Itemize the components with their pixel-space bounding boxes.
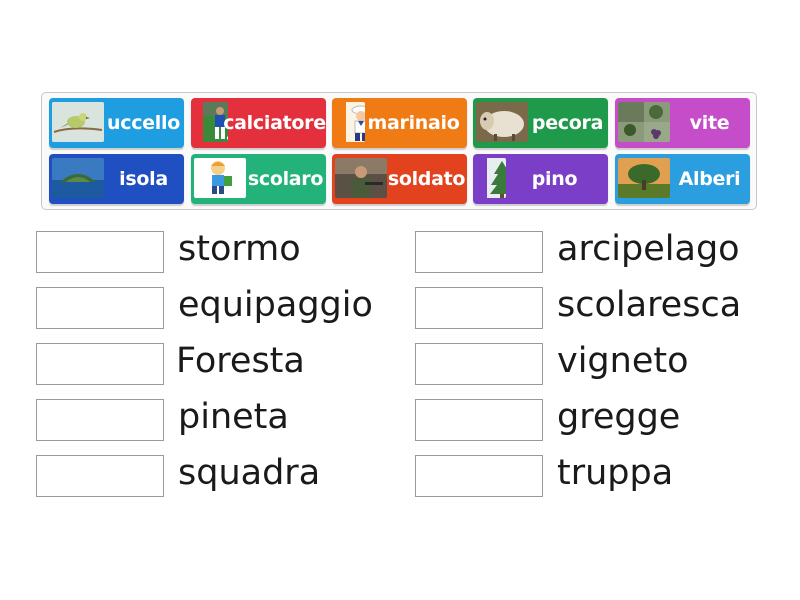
drop-box-truppa[interactable] xyxy=(415,455,543,497)
target-word: vigneto xyxy=(557,341,689,381)
tile-pecora[interactable]: pecora xyxy=(473,98,608,148)
tile-marinaio[interactable]: marinaio xyxy=(332,98,467,148)
tile-label: marinaio xyxy=(367,112,460,134)
tile-label: uccello xyxy=(107,112,180,134)
tile-label: pino xyxy=(531,168,578,190)
target-word: arcipelago xyxy=(557,229,740,269)
bird-image xyxy=(52,102,104,142)
drop-box-stormo[interactable] xyxy=(36,231,164,273)
target-word: gregge xyxy=(557,397,681,437)
target-word: pineta xyxy=(178,397,289,437)
tile-pino[interactable]: pino xyxy=(473,154,608,204)
tree-image xyxy=(618,158,670,198)
target-word: truppa xyxy=(557,453,674,493)
grapevine-image xyxy=(618,102,670,142)
drop-box-pineta[interactable] xyxy=(36,399,164,441)
target-word: scolaresca xyxy=(557,285,742,325)
drop-box-squadra[interactable] xyxy=(36,455,164,497)
tile-alberi[interactable]: Alberi xyxy=(615,154,750,204)
sheep-image xyxy=(476,102,528,142)
schoolboy-image xyxy=(194,158,246,198)
tile-label: calciatore xyxy=(223,112,326,134)
tile-isola[interactable]: isola xyxy=(49,154,184,204)
tile-label: pecora xyxy=(531,112,604,134)
tile-label: isola xyxy=(119,168,168,190)
target-word: equipaggio xyxy=(178,285,373,325)
target-word: squadra xyxy=(178,453,321,493)
drop-box-scolaresca[interactable] xyxy=(415,287,543,329)
drop-box-arcipelago[interactable] xyxy=(415,231,543,273)
pine-tree-image xyxy=(476,158,506,198)
drop-box-vigneto[interactable] xyxy=(415,343,543,385)
tile-label: Alberi xyxy=(678,168,741,190)
tile-soldato[interactable]: soldato xyxy=(332,154,467,204)
island-image xyxy=(52,158,104,198)
drop-box-foresta[interactable] xyxy=(36,343,164,385)
target-word: stormo xyxy=(178,229,301,269)
tile-uccello[interactable]: uccello xyxy=(49,98,184,148)
tile-vite[interactable]: vite xyxy=(615,98,750,148)
tile-label: soldato xyxy=(387,168,466,190)
soldier-image xyxy=(335,158,387,198)
tile-label: scolaro xyxy=(247,168,324,190)
target-word: Foresta xyxy=(176,341,305,381)
drop-box-equipaggio[interactable] xyxy=(36,287,164,329)
drop-box-gregge[interactable] xyxy=(415,399,543,441)
sailor-image xyxy=(335,102,365,142)
tile-scolaro[interactable]: scolaro xyxy=(191,154,326,204)
tile-label: vite xyxy=(689,112,730,134)
tile-calciatore[interactable]: calciatore xyxy=(191,98,326,148)
